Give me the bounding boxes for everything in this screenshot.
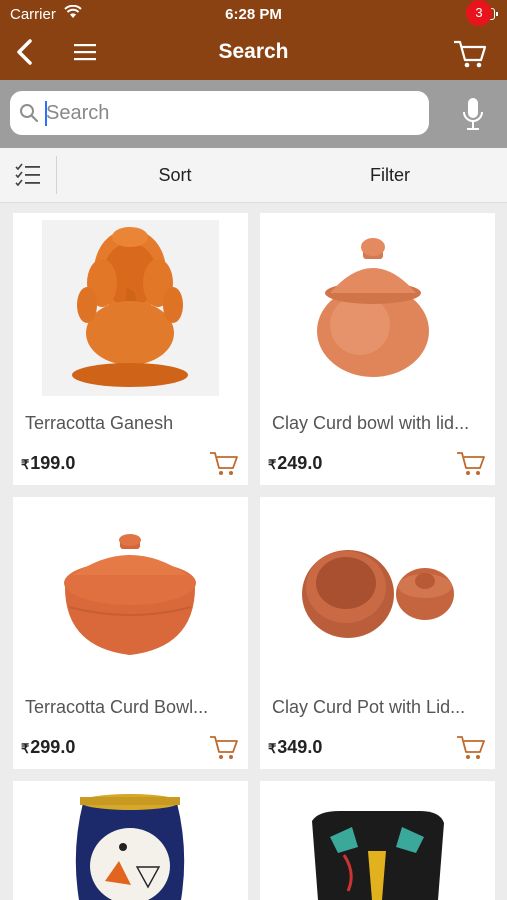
- product-image[interactable]: [260, 213, 495, 403]
- product-image[interactable]: [13, 781, 248, 900]
- price-value: 349.0: [277, 737, 323, 757]
- add-to-cart-icon[interactable]: [456, 449, 486, 477]
- currency-symbol: ₹: [268, 741, 277, 756]
- currency-symbol: ₹: [21, 741, 30, 756]
- list-icon[interactable]: [14, 162, 42, 188]
- price-value: 299.0: [30, 737, 76, 757]
- search-icon: [20, 104, 39, 123]
- page-title: Search: [218, 40, 289, 63]
- product-price: ₹299.0: [21, 737, 75, 758]
- currency-symbol: ₹: [268, 457, 277, 472]
- product-name[interactable]: Terracotta Curd Bowl...: [25, 697, 240, 718]
- product-card[interactable]: [13, 781, 248, 900]
- product-card[interactable]: Clay Curd bowl with lid... ₹249.0: [260, 213, 495, 485]
- status-time: 6:28 PM: [225, 6, 282, 23]
- cart-count-badge[interactable]: 3: [466, 0, 492, 26]
- mic-icon[interactable]: [460, 96, 486, 132]
- add-to-cart-icon[interactable]: [456, 733, 486, 761]
- search-input[interactable]: [46, 99, 416, 127]
- add-to-cart-icon[interactable]: [209, 449, 239, 477]
- price-value: 199.0: [30, 453, 76, 473]
- search-field[interactable]: [10, 91, 429, 135]
- product-price: ₹199.0: [21, 453, 75, 474]
- text-cursor: [45, 101, 47, 126]
- product-image[interactable]: [13, 497, 248, 687]
- navigation-bar: Search: [0, 26, 507, 80]
- product-image[interactable]: [13, 213, 248, 403]
- sort-filter-bar: Sort Filter: [0, 148, 507, 203]
- sort-button[interactable]: Sort: [120, 165, 230, 186]
- currency-symbol: ₹: [21, 457, 30, 472]
- add-to-cart-icon[interactable]: [209, 733, 239, 761]
- product-card[interactable]: Clay Curd Pot with Lid... ₹349.0: [260, 497, 495, 769]
- product-card[interactable]: Terracotta Curd Bowl... ₹299.0: [13, 497, 248, 769]
- status-bar: Carrier 6:28 PM: [0, 0, 507, 26]
- product-image[interactable]: [260, 497, 495, 687]
- product-price: ₹249.0: [268, 453, 322, 474]
- product-price: ₹349.0: [268, 737, 322, 758]
- product-name[interactable]: Clay Curd bowl with lid...: [272, 413, 487, 434]
- product-card[interactable]: [260, 781, 495, 900]
- price-value: 249.0: [277, 453, 323, 473]
- divider: [56, 156, 57, 194]
- product-name[interactable]: Terracotta Ganesh: [25, 413, 240, 434]
- product-card[interactable]: Terracotta Ganesh ₹199.0: [13, 213, 248, 485]
- filter-button[interactable]: Filter: [335, 165, 445, 186]
- search-bar: [0, 80, 507, 148]
- cart-icon[interactable]: [452, 36, 488, 70]
- product-name[interactable]: Clay Curd Pot with Lid...: [272, 697, 487, 718]
- product-image[interactable]: [260, 781, 495, 900]
- app-header: Carrier 6:28 PM Search 3: [0, 0, 507, 80]
